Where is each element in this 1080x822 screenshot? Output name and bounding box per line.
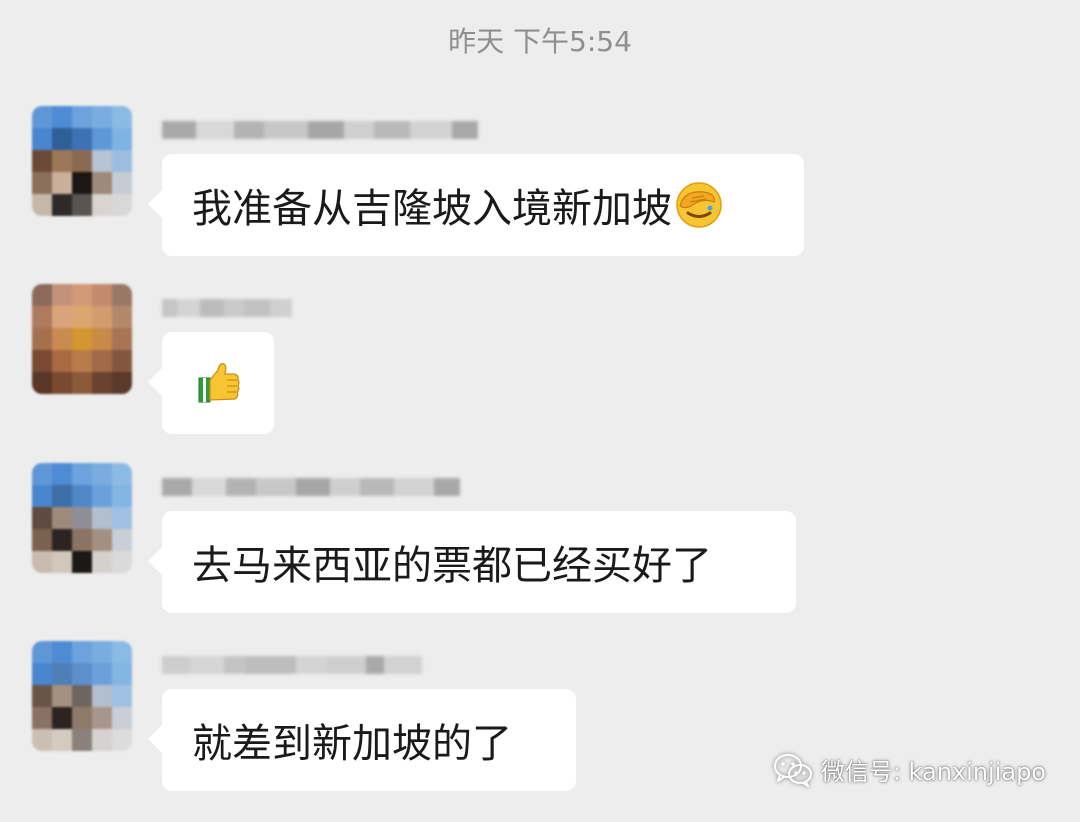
watermark-label: 微信号: kanxinjiapo [820, 758, 1046, 786]
sender-name-blurred [162, 645, 422, 685]
message-text: 我准备从吉隆坡入境新加坡 [192, 186, 672, 232]
sender-name-blurred [162, 288, 292, 328]
message-bubble[interactable]: 去马来西亚的票都已经买好了 [148, 511, 796, 613]
message-bubble[interactable]: 就差到新加坡的了 [148, 689, 576, 791]
message-text: 就差到新加坡的了 [192, 721, 512, 767]
avatar[interactable] [32, 641, 132, 751]
message-bubble[interactable]: 我准备从吉隆坡入境新加坡 [148, 154, 804, 256]
sender-name-blurred [162, 467, 460, 507]
sender-name-blurred [162, 110, 478, 150]
facepalm-emoji [676, 182, 722, 228]
avatar[interactable] [32, 463, 132, 573]
watermark: 微信号: kanxinjiapo [773, 752, 1046, 787]
wechat-icon [773, 753, 812, 787]
thumbs-up-emoji [198, 362, 240, 403]
avatar[interactable] [32, 106, 132, 216]
message-bubble[interactable] [148, 332, 274, 434]
chat-timestamp: 昨天 下午5:54 [448, 25, 632, 58]
message-text: 去马来西亚的票都已经买好了 [192, 543, 712, 589]
avatar[interactable] [32, 284, 132, 394]
